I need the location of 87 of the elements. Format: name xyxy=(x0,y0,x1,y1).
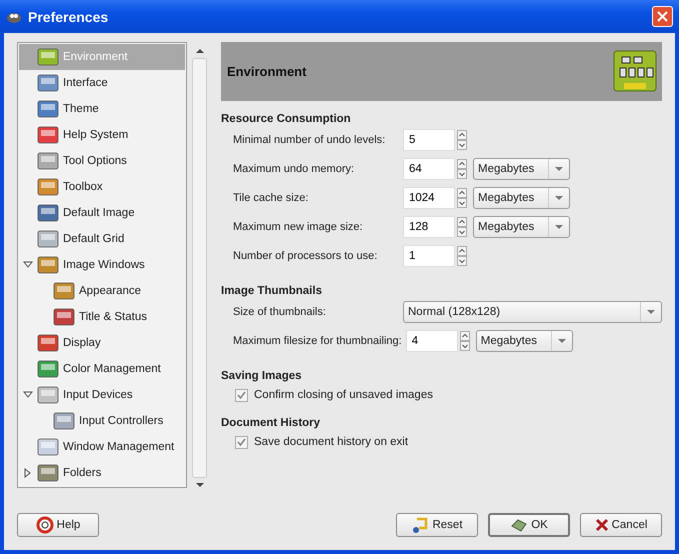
spin-buttons[interactable] xyxy=(457,217,467,237)
caret-icon xyxy=(647,310,655,314)
section-title: Resource Consumption xyxy=(221,113,352,125)
checkbox[interactable] xyxy=(235,436,248,448)
field-label: Maximum filesize for thumbnailing: xyxy=(233,335,403,347)
ok-button[interactable]: OK xyxy=(488,513,570,537)
circuit-board-icon xyxy=(612,48,658,94)
cancel-button[interactable]: Cancel xyxy=(580,513,662,537)
category-icon xyxy=(53,307,75,327)
expander-down-icon[interactable] xyxy=(23,260,33,270)
sidebar-item[interactable]: Input Devices xyxy=(19,382,185,408)
sidebar-item[interactable]: Theme xyxy=(19,96,185,122)
category-icon xyxy=(37,99,59,119)
spin-buttons[interactable] xyxy=(457,246,467,266)
unit-dropdown[interactable]: Megabytes xyxy=(473,216,570,238)
sidebar-item[interactable]: Default Grid xyxy=(19,226,185,252)
sidebar-item[interactable]: Tool Options xyxy=(19,148,185,174)
caret-icon xyxy=(555,224,563,230)
sidebar-item[interactable]: Display xyxy=(19,330,185,356)
checkbox-label: Confirm closing of unsaved images xyxy=(254,389,433,401)
sidebar-item[interactable]: Image Windows xyxy=(19,252,185,278)
field-label: Number of processors to use: xyxy=(233,250,378,262)
number-field[interactable]: 1024 xyxy=(403,187,455,209)
page-title: Environment xyxy=(227,64,306,79)
close-icon xyxy=(657,11,668,22)
sidebar-item[interactable]: Default Image xyxy=(19,200,185,226)
spin-buttons[interactable] xyxy=(457,130,467,150)
number-field[interactable]: 128 xyxy=(403,216,455,238)
lifebuoy-icon xyxy=(36,516,54,534)
section-title: Image Thumbnails xyxy=(221,285,323,297)
category-icon xyxy=(53,411,75,431)
category-icon xyxy=(37,203,59,223)
field-label: Maximum undo memory: xyxy=(233,163,356,175)
unit-dropdown[interactable]: Megabytes xyxy=(476,330,573,352)
scroll-up-icon[interactable] xyxy=(196,48,204,54)
number-field[interactable]: 1 xyxy=(403,245,455,267)
category-icon xyxy=(37,333,59,353)
category-icon xyxy=(37,255,59,275)
field-label: Minimal number of undo levels: xyxy=(233,134,386,146)
category-icon xyxy=(37,73,59,93)
caret-icon xyxy=(555,166,563,172)
spin-buttons[interactable] xyxy=(457,188,467,208)
window-title: Preferences xyxy=(28,8,110,24)
cancel-icon xyxy=(594,518,609,532)
category-icon xyxy=(37,359,59,379)
category-icon xyxy=(37,463,59,483)
sidebar-item[interactable]: Appearance xyxy=(19,278,185,304)
spin-buttons[interactable] xyxy=(460,331,470,351)
dropdown[interactable]: Normal (128x128) xyxy=(403,301,662,323)
caret-icon xyxy=(555,196,563,200)
expander-down-icon[interactable] xyxy=(23,390,33,400)
section-title: Saving Images xyxy=(221,370,303,382)
category-icon xyxy=(37,229,59,249)
expander-right-icon[interactable] xyxy=(23,468,33,478)
sidebar-item[interactable]: Folders xyxy=(19,460,185,486)
sidebar-item[interactable]: Window Management xyxy=(19,434,185,460)
sidebar-item[interactable]: Interface xyxy=(19,70,185,96)
category-icon xyxy=(37,125,59,145)
help-button[interactable]: Help xyxy=(17,513,99,537)
field-label: Maximum new image size: xyxy=(233,221,364,233)
category-icon xyxy=(37,437,59,457)
number-field[interactable]: 5 xyxy=(403,129,455,151)
sidebar-item[interactable]: Input Controllers xyxy=(19,408,185,434)
scroll-down-icon[interactable] xyxy=(196,482,204,488)
category-icon xyxy=(37,177,59,197)
checkbox-label: Save document history on exit xyxy=(254,436,408,448)
number-field[interactable]: 64 xyxy=(403,158,455,180)
sidebar-item[interactable]: Color Management xyxy=(19,356,185,382)
field-label: Size of thumbnails: xyxy=(233,306,327,318)
section-title: Document History xyxy=(221,417,322,429)
unit-dropdown[interactable]: Megabytes xyxy=(473,187,570,209)
field-label: Tile cache size: xyxy=(233,192,310,204)
caret-icon xyxy=(558,338,566,344)
category-icon xyxy=(37,47,59,67)
checkbox[interactable] xyxy=(235,388,248,402)
category-icon xyxy=(37,385,59,405)
reset-button[interactable]: Reset xyxy=(396,513,478,537)
spin-buttons[interactable] xyxy=(457,159,467,179)
category-icon xyxy=(53,281,75,301)
close-button[interactable] xyxy=(652,6,673,27)
reset-icon xyxy=(411,516,430,534)
number-field[interactable]: 4 xyxy=(406,330,458,352)
category-icon xyxy=(37,151,59,171)
sidebar-item[interactable]: Help System xyxy=(19,122,185,148)
sidebar-item[interactable]: Toolbox xyxy=(19,174,185,200)
unit-dropdown[interactable]: Megabytes xyxy=(473,158,570,180)
sidebar-item[interactable]: Title & Status xyxy=(19,304,185,330)
